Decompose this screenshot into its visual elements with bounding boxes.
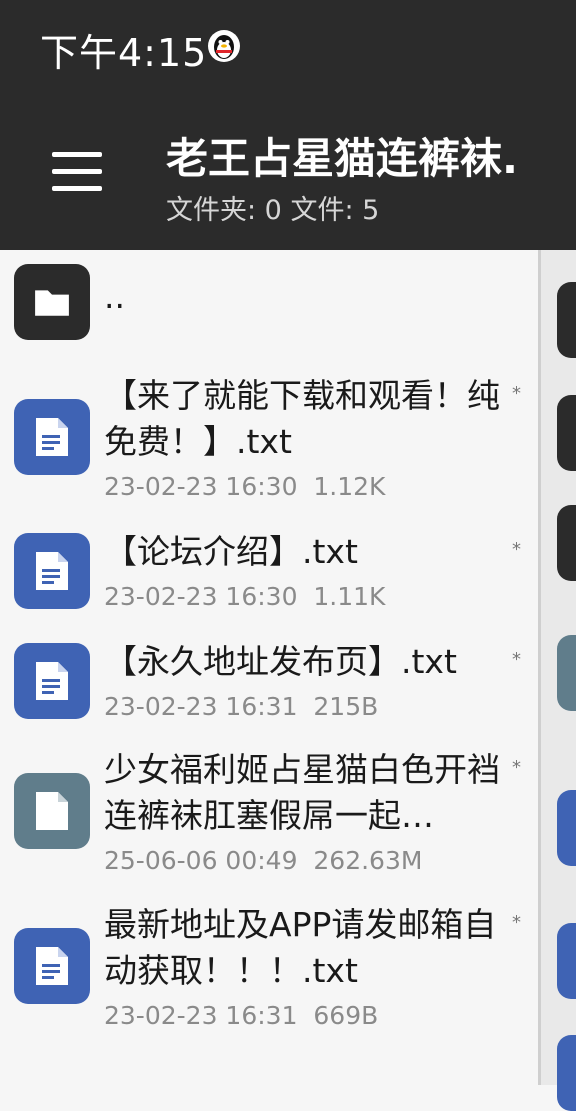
file-size: 262.63M [313, 846, 423, 875]
file-item[interactable]: 【论坛介绍】.txt 23-02-23 16:30 1.11K * [0, 529, 538, 613]
text-file-icon [14, 399, 90, 475]
file-mark: * [512, 757, 521, 778]
file-item[interactable]: 【永久地址发布页】.txt 23-02-23 16:31 215B * [0, 639, 538, 723]
file-meta: 23-02-23 16:30 1.11K [104, 582, 385, 611]
file-date: 23-02-23 16:31 [104, 692, 298, 721]
peek-folder-icon [557, 505, 576, 581]
peek-file-icon [557, 635, 576, 711]
file-item[interactable]: 少女福利姬占星猫白色开裆连裤袜肛塞假屌一起… 25-06-06 00:49 26… [0, 747, 538, 877]
parent-folder-label: .. [104, 277, 125, 316]
file-meta: 23-02-23 16:31 215B [104, 692, 378, 721]
file-mark: * [512, 912, 521, 933]
peek-file-icon [557, 923, 576, 999]
text-file-icon [14, 928, 90, 1004]
file-mark: * [512, 649, 521, 670]
file-date: 23-02-23 16:30 [104, 472, 298, 501]
file-date: 25-06-06 00:49 [104, 846, 298, 875]
folder-title: 老王占星猫连裤袜. [166, 134, 518, 183]
folder-count-subtitle: 文件夹: 0 文件: 5 [166, 195, 380, 226]
folder-icon [14, 264, 90, 340]
app-bar: 老王占星猫连裤袜. 文件夹: 0 文件: 5 [0, 95, 576, 250]
file-name: 【来了就能下载和观看！纯免费！】.txt [104, 376, 500, 461]
file-meta: 23-02-23 16:31 669B [104, 1001, 378, 1030]
file-meta: 23-02-23 16:30 1.12K [104, 472, 385, 501]
file-meta: 25-06-06 00:49 262.63M [104, 846, 422, 875]
file-list: .. 【来了就能下载和观看！纯免费！】.txt 23-02-23 16:30 1… [0, 250, 538, 1085]
peek-folder-icon [557, 282, 576, 358]
menu-icon[interactable] [48, 150, 106, 194]
qq-notification-icon [208, 30, 240, 62]
text-file-icon [14, 533, 90, 609]
peek-folder-icon [557, 395, 576, 471]
file-date: 23-02-23 16:30 [104, 582, 298, 611]
peek-file-icon [557, 1035, 576, 1111]
file-item[interactable]: 最新地址及APP请发邮箱自动获取！！！.txt 23-02-23 16:31 6… [0, 902, 538, 1032]
file-size: 669B [313, 1001, 379, 1030]
status-bar: 下午4:15 [0, 0, 576, 95]
file-size: 1.11K [313, 582, 386, 611]
side-panel-peek[interactable] [538, 250, 576, 1111]
file-name: 【永久地址发布页】.txt [104, 642, 457, 681]
parent-folder-item[interactable]: .. [0, 260, 538, 344]
file-item[interactable]: 【来了就能下载和观看！纯免费！】.txt 23-02-23 16:30 1.12… [0, 373, 538, 503]
file-mark: * [512, 383, 521, 404]
file-name: 少女福利姬占星猫白色开裆连裤袜肛塞假屌一起… [104, 750, 500, 835]
generic-file-icon [14, 773, 90, 849]
status-time: 下午4:15 [40, 31, 208, 75]
text-file-icon [14, 643, 90, 719]
file-size: 1.12K [313, 472, 386, 501]
file-mark: * [512, 539, 521, 560]
file-name: 最新地址及APP请发邮箱自动获取！！！.txt [104, 905, 497, 990]
file-size: 215B [313, 692, 379, 721]
peek-file-icon [557, 790, 576, 866]
file-name: 【论坛介绍】.txt [104, 532, 358, 571]
file-date: 23-02-23 16:31 [104, 1001, 298, 1030]
